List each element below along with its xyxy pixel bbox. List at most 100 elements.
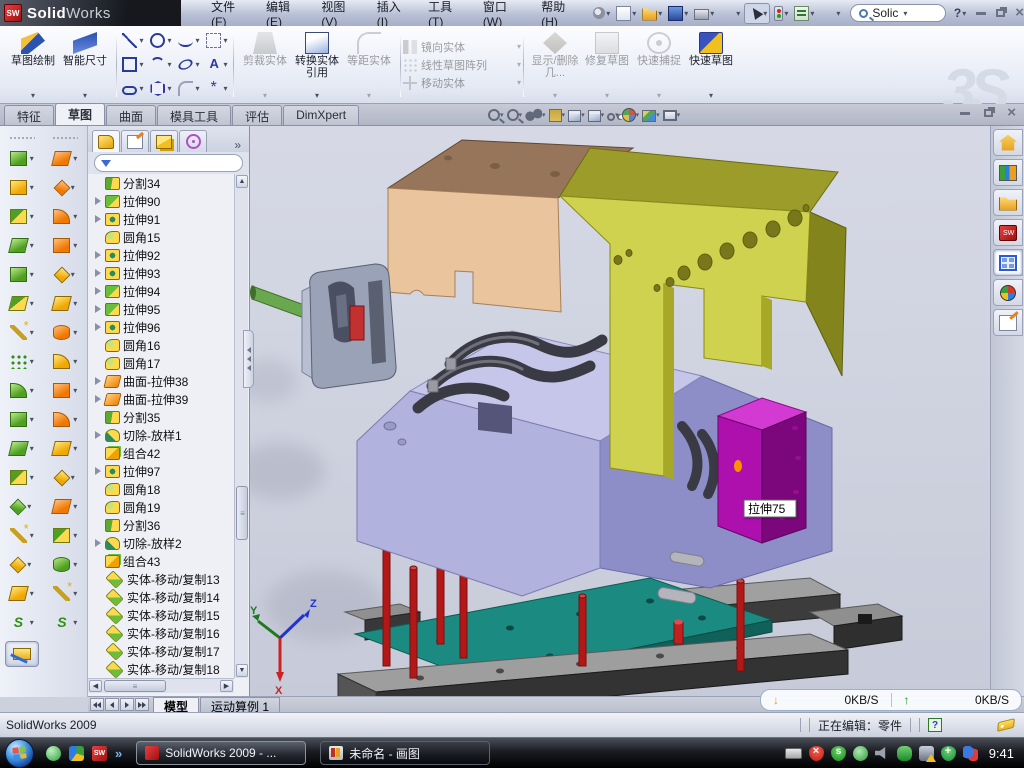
tree-item[interactable]: 拉伸94 <box>94 282 234 300</box>
search-dropdown[interactable]: ▾ <box>903 9 907 18</box>
dropdown-caret[interactable]: ▾ <box>763 9 767 18</box>
panel-tab[interactable] <box>121 130 149 152</box>
dropdown-caret[interactable]: ▾ <box>73 154 77 163</box>
panel-tab[interactable] <box>179 130 207 152</box>
toolbar-button[interactable]: ▾ <box>12 492 31 521</box>
tree-item[interactable]: 曲面-拉伸38 <box>94 372 234 390</box>
hud-button[interactable]: ▾ <box>568 108 585 122</box>
dropdown-caret[interactable]: ▾ <box>30 270 34 279</box>
dropdown-caret[interactable]: ▾ <box>73 589 77 598</box>
toolbar-button[interactable]: ▾ <box>56 463 75 492</box>
dropdown-caret[interactable]: ▾ <box>30 241 34 250</box>
quick-launch-solidworks-icon[interactable]: SW <box>92 746 107 761</box>
taskbar-task-button[interactable]: SolidWorks 2009 - ... <box>136 741 306 765</box>
dropdown-caret[interactable]: ▾ <box>500 111 504 119</box>
dropdown-caret[interactable]: ▾ <box>73 444 77 453</box>
sketch-entity-button[interactable]: ▾ <box>175 53 203 77</box>
hud-button[interactable]: ▾ <box>663 108 681 121</box>
command-button[interactable]: 转换实体引用 ▾ <box>291 28 343 101</box>
dropdown-caret[interactable]: ▾ <box>195 84 199 93</box>
toolbar-button[interactable]: ▾ <box>53 521 77 550</box>
dropdown-caret[interactable]: ▾ <box>542 111 546 119</box>
ribbon-tab[interactable]: 特征 <box>4 105 54 125</box>
tree-item[interactable]: 实体-移动/复制14 <box>94 588 234 606</box>
security-shield-icon[interactable] <box>831 746 846 761</box>
tree-item[interactable]: 拉伸93 <box>94 264 234 282</box>
dropdown-caret[interactable]: ▾ <box>73 212 77 221</box>
tree-item[interactable]: 拉伸97 <box>94 462 234 480</box>
command-button[interactable]: 快速草图 ▾ <box>685 28 737 101</box>
toolbar-button[interactable]: ▾ <box>53 231 77 260</box>
tree-item[interactable]: 圆角19 <box>94 498 234 516</box>
tree-item[interactable]: 拉伸90 <box>94 192 234 210</box>
hud-button[interactable]: ▾ <box>525 106 546 123</box>
search-input[interactable]: Solic <box>872 6 898 20</box>
toolbar-button[interactable]: ▾ <box>10 202 34 231</box>
task-pane-tab[interactable] <box>993 309 1023 336</box>
scroll-up-arrow[interactable]: ▲ <box>236 175 248 188</box>
antivirus-alert-icon[interactable] <box>809 746 824 761</box>
ribbon-tab[interactable]: 草图 <box>55 103 105 125</box>
dropdown-caret[interactable]: ▾ <box>73 618 77 627</box>
toolbar-button[interactable]: ▾ <box>614 4 638 23</box>
next-tab-button[interactable] <box>120 698 134 711</box>
tree-item[interactable]: 圆角17 <box>94 354 234 372</box>
tag-icon[interactable] <box>997 718 1015 732</box>
dropdown-caret[interactable]: ▾ <box>636 111 640 119</box>
slide-block-magenta[interactable] <box>718 398 806 543</box>
expand-arrow-icon[interactable] <box>94 215 102 223</box>
tree-vertical-scrollbar[interactable]: ▲ ≡ ▼ <box>234 174 248 678</box>
dropdown-caret[interactable]: ▾ <box>83 91 87 100</box>
dropdown-caret[interactable]: ▾ <box>167 60 171 69</box>
toolbar-button[interactable]: ▾ <box>53 202 77 231</box>
panel-overflow-chevron[interactable]: » <box>228 138 247 152</box>
toolbar-button[interactable]: ▾ <box>10 521 34 550</box>
dropdown-caret[interactable]: ▾ <box>30 299 34 308</box>
tree-item[interactable]: 拉伸92 <box>94 246 234 264</box>
tree-item[interactable]: 圆角18 <box>94 480 234 498</box>
expand-arrow-icon[interactable] <box>94 287 102 295</box>
dropdown-caret[interactable]: ▾ <box>606 9 610 18</box>
expand-arrow-icon[interactable] <box>94 251 102 259</box>
quick-launch-chevron[interactable]: » <box>115 746 122 761</box>
toolbar-button[interactable]: ▾ <box>53 289 77 318</box>
hud-button[interactable]: ▾ <box>607 109 619 121</box>
model-tab[interactable]: 模型 <box>153 697 199 712</box>
health-shield-icon[interactable] <box>941 746 956 761</box>
toolbar-button[interactable]: ▾ <box>53 608 77 637</box>
dropdown-caret[interactable]: ▾ <box>73 299 77 308</box>
help-dropdown[interactable]: ▾ <box>962 9 966 18</box>
toolbar-button[interactable]: ▾ <box>10 608 34 637</box>
dropdown-caret[interactable]: ▾ <box>73 415 77 424</box>
hud-button[interactable]: ▾ <box>507 109 523 121</box>
toolbar-button[interactable]: ▾ <box>10 318 34 347</box>
dropdown-caret[interactable]: ▾ <box>31 91 35 100</box>
toolbar-button[interactable]: ▾ <box>53 376 77 405</box>
toolbar-button[interactable]: ▾ <box>10 144 34 173</box>
dropdown-caret[interactable]: ▾ <box>27 502 31 511</box>
sketch-entity-button[interactable]: ▾ <box>147 53 175 77</box>
toolbar-button[interactable]: ▾ <box>640 4 664 23</box>
dropdown-caret[interactable]: ▾ <box>615 111 619 119</box>
sketch-entity-button[interactable]: ▾ <box>203 53 231 77</box>
task-pane-tab[interactable] <box>993 279 1023 306</box>
dropdown-caret[interactable]: ▾ <box>263 91 267 100</box>
sketch-entity-button[interactable]: ▾ <box>175 29 203 53</box>
network-warning-icon[interactable] <box>919 746 934 761</box>
dropdown-caret[interactable]: ▾ <box>30 618 34 627</box>
tree-item[interactable]: 组合43 <box>94 552 234 570</box>
panel-tab[interactable] <box>150 130 178 152</box>
toolbar-button[interactable]: ▾ <box>56 173 75 202</box>
hud-button[interactable]: ▾ <box>488 109 504 121</box>
dropdown-caret[interactable]: ▾ <box>73 386 77 395</box>
tree-item[interactable]: 实体-移动/复制16 <box>94 624 234 642</box>
quick-launch-icon-2[interactable] <box>69 746 84 761</box>
dropdown-caret[interactable]: ▾ <box>632 9 636 18</box>
tree-item[interactable]: 实体-移动/复制18 <box>94 660 234 678</box>
update-badge-icon[interactable] <box>853 746 868 761</box>
dropdown-caret[interactable]: ▾ <box>30 415 34 424</box>
dropdown-caret[interactable]: ▾ <box>836 9 840 18</box>
expand-arrow-icon[interactable] <box>94 269 102 277</box>
dropdown-caret[interactable]: ▾ <box>710 9 714 18</box>
sketch-entity-button[interactable]: ▾ <box>119 53 147 77</box>
